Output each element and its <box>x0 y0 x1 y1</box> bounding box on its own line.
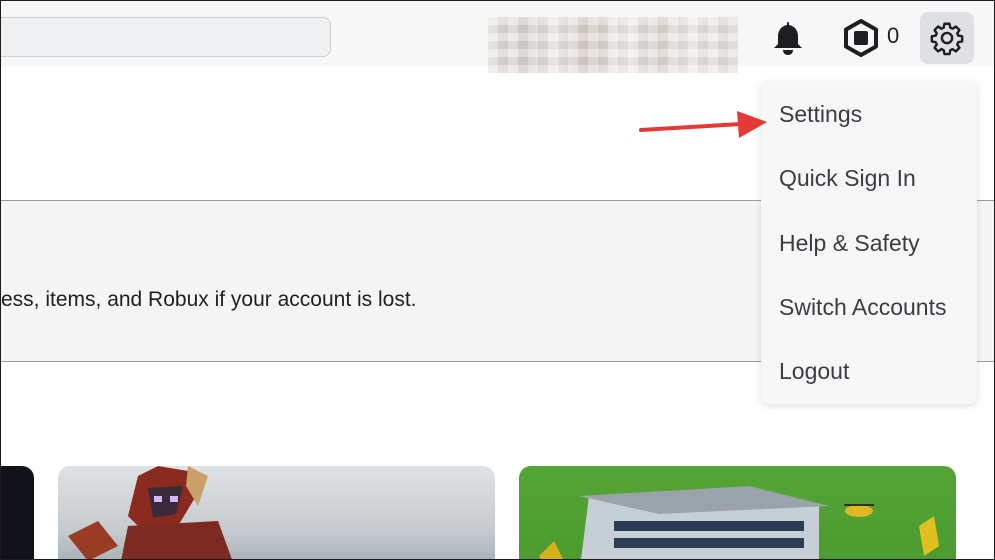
settings-gear-button[interactable] <box>920 12 974 64</box>
banner-text: ess, items, and Robux if your account is… <box>1 288 417 311</box>
game-thumbnail-house <box>539 486 939 559</box>
search-box[interactable] <box>1 17 358 57</box>
game-card[interactable] <box>519 466 956 559</box>
game-card[interactable] <box>58 466 495 559</box>
robux-count: 0 <box>887 23 900 48</box>
annotation-arrow-icon <box>639 111 767 138</box>
menu-item-help-safety[interactable]: Help & Safety <box>779 230 920 257</box>
settings-dropdown-menu: Settings Quick Sign In Help & Safety Swi… <box>761 81 977 404</box>
gear-icon <box>930 22 964 56</box>
game-thumbnail-hero <box>68 466 232 559</box>
menu-item-quick-sign-in[interactable]: Quick Sign In <box>779 165 916 192</box>
robux-button[interactable] <box>843 19 879 57</box>
search-input[interactable] <box>1 18 358 56</box>
username-blurred <box>488 17 738 73</box>
menu-item-logout[interactable]: Logout <box>779 358 849 385</box>
robux-icon <box>844 19 878 57</box>
bell-icon <box>774 22 802 55</box>
menu-item-switch-accounts[interactable]: Switch Accounts <box>779 294 946 321</box>
app-frame: 0 ess, items, and Robux if your account … <box>0 0 995 560</box>
top-header: 0 <box>1 1 994 73</box>
game-card[interactable] <box>1 466 34 559</box>
menu-item-settings[interactable]: Settings <box>779 101 862 128</box>
notifications-button[interactable] <box>771 19 805 57</box>
